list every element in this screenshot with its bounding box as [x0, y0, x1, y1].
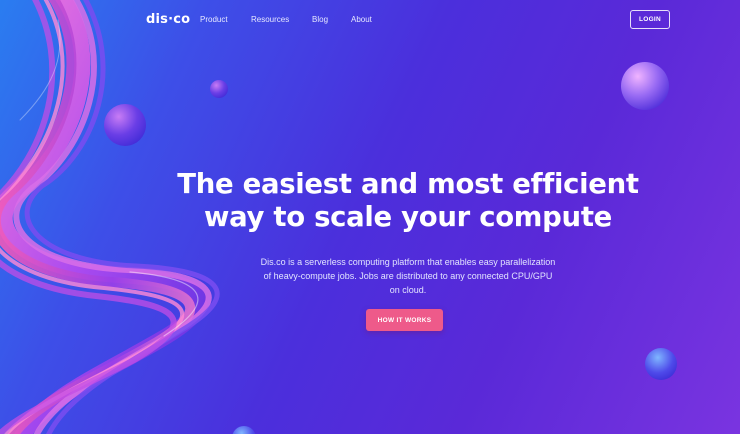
how-it-works-button[interactable]: HOW IT WORKS	[366, 309, 443, 331]
hero-headline-line-1: The easiest and most efficient	[177, 168, 639, 200]
hero-description: Dis.co is a serverless computing platfor…	[232, 255, 584, 297]
sphere-small-top	[210, 80, 228, 98]
sphere-right-top	[621, 62, 669, 110]
sphere-left	[104, 104, 146, 146]
nav-link-resources[interactable]: Resources	[251, 15, 289, 24]
hero-description-line-2: of heavy-compute jobs. Jobs are distribu…	[263, 271, 553, 281]
landing-page: dis·co Product Resources Blog About LOGI…	[0, 0, 740, 434]
nav-link-about[interactable]: About	[351, 15, 372, 24]
nav-link-blog[interactable]: Blog	[312, 15, 328, 24]
brand-logo[interactable]: dis·co	[146, 12, 190, 27]
hero-headline: The easiest and most efficient way to sc…	[150, 168, 666, 234]
top-navigation: dis·co Product Resources Blog About LOGI…	[0, 0, 740, 40]
nav-link-product[interactable]: Product	[200, 15, 228, 24]
sphere-right-bottom	[645, 348, 677, 380]
login-button[interactable]: LOGIN	[630, 10, 670, 29]
hero-description-line-1: Dis.co is a serverless computing platfor…	[260, 257, 556, 267]
sphere-bottom-center	[232, 426, 256, 434]
hero-headline-line-2: way to scale your compute	[203, 201, 613, 233]
hero-description-line-3: on cloud.	[389, 285, 427, 295]
